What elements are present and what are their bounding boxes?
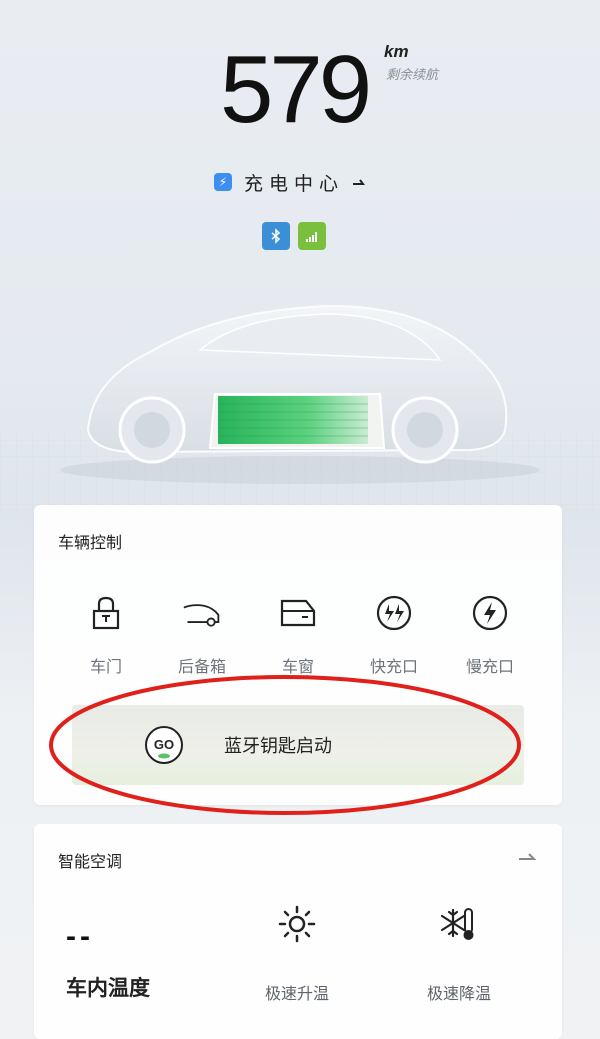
window-icon <box>280 599 316 627</box>
trunk-icon <box>183 604 220 627</box>
slow-charge-icon <box>472 595 508 631</box>
signal-icon <box>298 222 326 250</box>
smart-ac-title: 智能空调 <box>58 852 123 871</box>
smart-ac-card: 智能空调 -- 车内温度 极速升温 极速降温 <box>34 824 562 1039</box>
fast-charge-icon <box>376 595 412 631</box>
cabin-temperature-value: -- <box>66 920 94 953</box>
car-battery-illustration <box>0 304 600 510</box>
fast-charge-port-control[interactable]: 快充口 <box>354 593 434 677</box>
range-unit: km <box>384 42 409 61</box>
door-control[interactable]: 车门 <box>66 593 146 677</box>
door-label: 车门 <box>89 657 122 676</box>
window-control[interactable]: 车窗 <box>258 593 338 677</box>
trunk-label: 后备箱 <box>177 657 226 676</box>
rapid-cool-label: 极速降温 <box>426 984 491 1003</box>
vehicle-control-card: 车辆控制 车门 后备箱 车窗 快充口 慢充口 GO 蓝牙钥匙启动 <box>34 505 562 805</box>
bluetooth-key-start-label: 蓝牙钥匙启动 <box>224 736 332 757</box>
fast-charge-label: 快充口 <box>369 657 418 676</box>
arrow-right-icon[interactable] <box>518 848 538 864</box>
charge-center-link[interactable]: ⚡ 充电中心 <box>214 170 368 195</box>
range-value: 579 <box>220 36 372 143</box>
rapid-heat-label: 极速升温 <box>264 984 329 1003</box>
slow-charge-label: 慢充口 <box>465 657 514 676</box>
rapid-heat-button[interactable]: 极速升温 <box>252 904 342 1004</box>
cabin-temperature-label: 车内温度 <box>66 976 150 1000</box>
slow-charge-port-control[interactable]: 慢充口 <box>450 593 530 677</box>
lock-icon <box>92 596 120 630</box>
go-icon: GO <box>145 726 183 764</box>
sun-icon <box>278 905 316 943</box>
bluetooth-key-start-button[interactable]: GO 蓝牙钥匙启动 <box>72 705 524 785</box>
charge-center-label: 充电中心 <box>244 172 345 195</box>
go-badge-text: GO <box>154 737 174 752</box>
trunk-control[interactable]: 后备箱 <box>162 593 242 677</box>
bluetooth-icon <box>262 222 290 250</box>
window-label: 车窗 <box>281 657 314 676</box>
rapid-cool-button[interactable]: 极速降温 <box>414 904 504 1004</box>
arrow-right-icon <box>353 179 366 185</box>
lightning-icon: ⚡ <box>214 173 232 191</box>
snowflake-thermometer-icon <box>440 908 474 940</box>
vehicle-control-title: 车辆控制 <box>58 533 123 552</box>
range-label: 剩余续航 <box>386 68 439 83</box>
